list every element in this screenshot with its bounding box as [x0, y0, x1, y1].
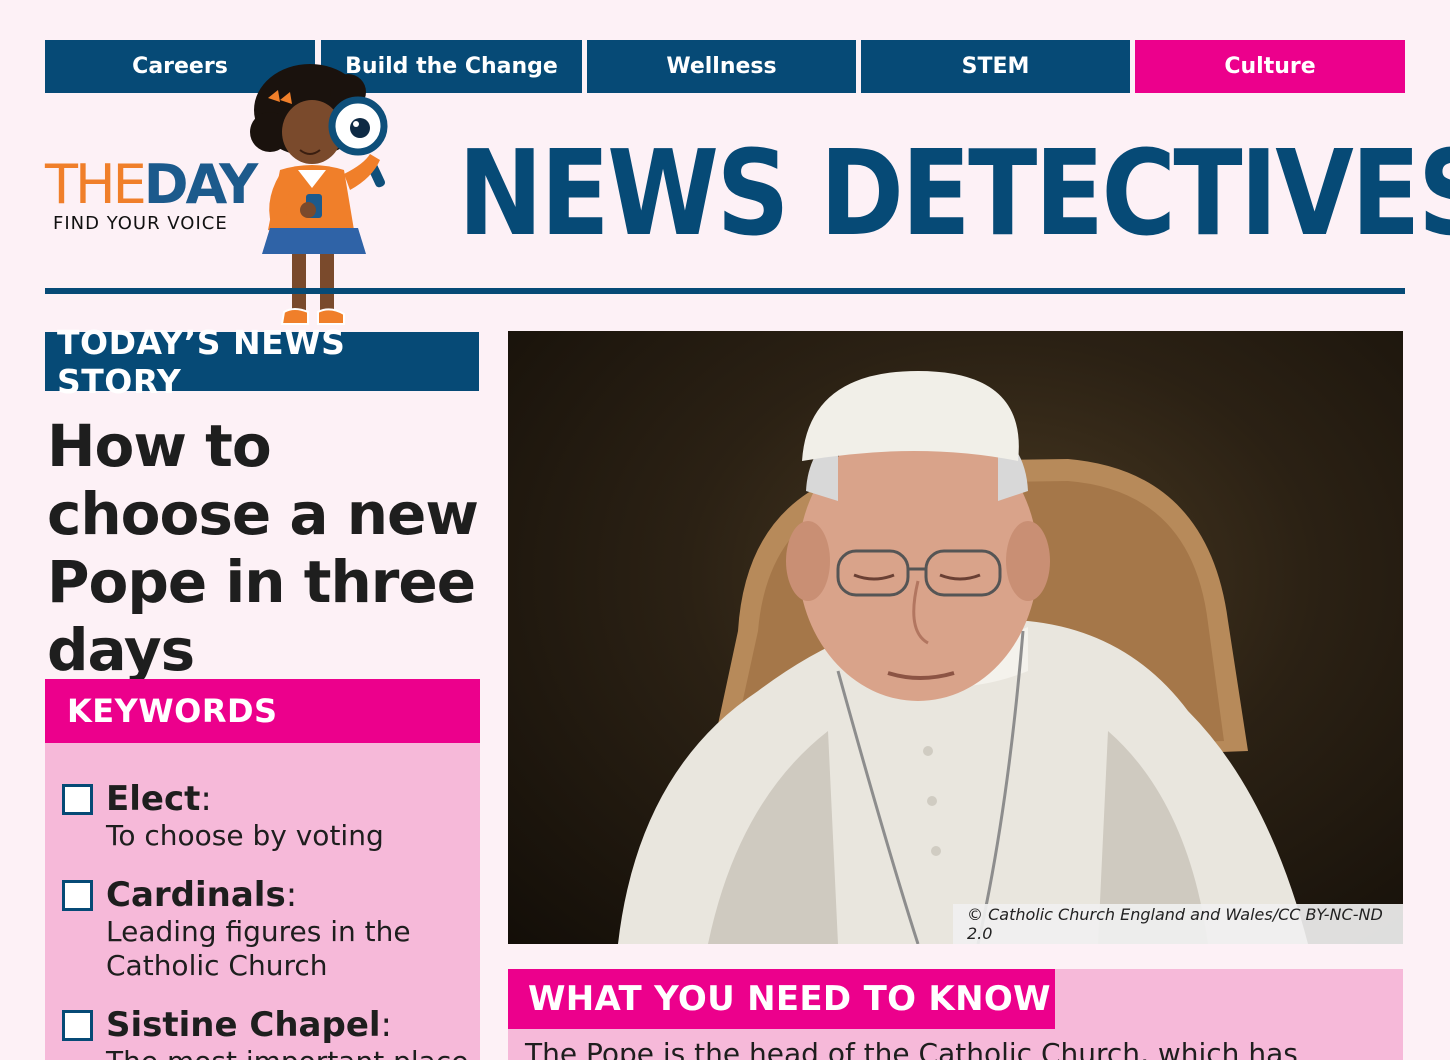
keyword-term: Sistine Chapel	[106, 1005, 381, 1045]
keyword-definition: The most important place	[106, 1045, 476, 1060]
tab-culture[interactable]: Culture	[1135, 40, 1405, 93]
todays-news-story-label: TODAY’S NEWS STORY	[45, 323, 479, 401]
masthead-divider	[45, 288, 1405, 294]
need-to-know-text: The Pope is the head of the Catholic Chu…	[525, 1037, 1298, 1060]
photo-credit: © Catholic Church England and Wales/CC B…	[953, 904, 1403, 944]
keywords-header: KEYWORDS	[45, 679, 480, 743]
the-day-logo[interactable]: THEDAY FIND YOUR VOICE	[45, 155, 260, 235]
story-photo: © Catholic Church England and Wales/CC B…	[508, 331, 1403, 944]
keyword-term-row: Cardinals:	[106, 875, 298, 915]
keyword-term: Elect	[106, 779, 201, 819]
zucchetto	[802, 371, 1019, 461]
logo-wordmark: THEDAY	[45, 155, 260, 215]
keyword-term: Cardinals	[106, 875, 286, 915]
pope-photo-illustration	[618, 371, 1308, 944]
masthead-title: NEWS DETECTIVES	[458, 124, 1450, 262]
keyword-checkbox[interactable]	[62, 880, 93, 911]
keyword-checkbox[interactable]	[62, 784, 93, 815]
tab-stem[interactable]: STEM	[861, 40, 1130, 93]
need-to-know-header: WHAT YOU NEED TO KNOW	[508, 969, 1055, 1029]
logo-the: THE	[45, 153, 147, 216]
detective-mascot-illustration	[250, 64, 388, 325]
keyword-definition: Leading figures in the Catholic Church	[106, 915, 411, 982]
keyword-checkbox[interactable]	[62, 1010, 93, 1041]
keyword-term-row: Sistine Chapel:	[106, 1005, 393, 1045]
story-headline: How to choose a new Pope in three days	[47, 412, 479, 684]
keywords-panel: Elect: To choose by voting Cardinals: Le…	[45, 743, 480, 1060]
keyword-term-row: Elect:	[106, 779, 212, 819]
logo-day: DAY	[143, 153, 259, 216]
tab-wellness[interactable]: Wellness	[587, 40, 856, 93]
logo-tagline: FIND YOUR VOICE	[53, 213, 228, 234]
keyword-definition: To choose by voting	[106, 819, 384, 852]
mascot-skirt	[262, 228, 366, 254]
